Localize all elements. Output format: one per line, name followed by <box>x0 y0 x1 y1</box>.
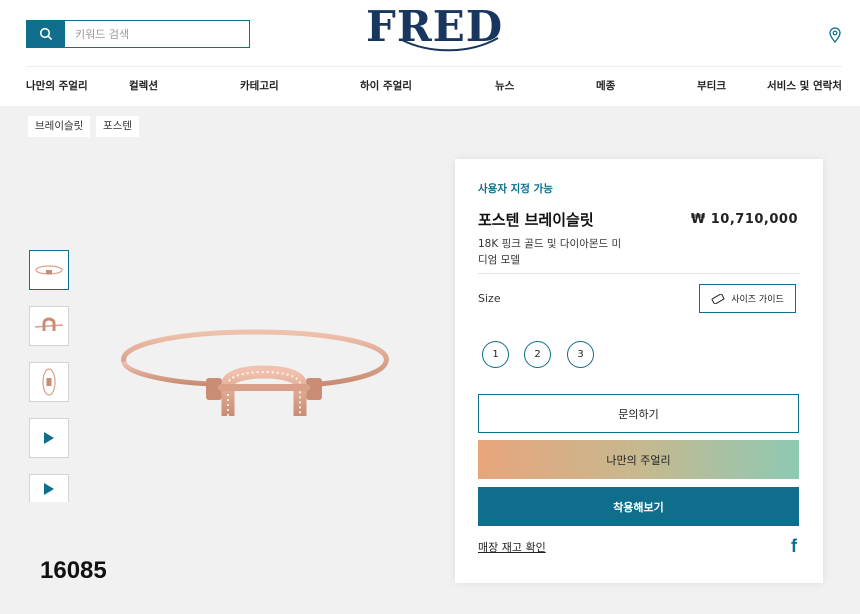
size-label: Size <box>478 292 501 305</box>
ruler-icon <box>711 293 725 304</box>
nav-high-jewelry[interactable]: 하이 주얼리 <box>360 78 412 93</box>
search-button[interactable] <box>27 21 65 47</box>
size-guide-button[interactable]: 사이즈 가이드 <box>699 284 796 313</box>
play-icon <box>44 482 54 495</box>
size-option-1[interactable]: 1 <box>482 341 509 368</box>
reference-number: 16085 <box>40 557 107 584</box>
bracelet-side-thumb-image <box>42 368 56 396</box>
try-on-button[interactable]: 착용해보기 <box>478 487 799 526</box>
search-bar <box>26 20 250 48</box>
size-option-2[interactable]: 2 <box>524 341 551 368</box>
nav-boutiques[interactable]: 부티크 <box>697 78 726 93</box>
product-image-bracelet <box>121 329 389 416</box>
search-input[interactable] <box>65 21 249 47</box>
product-name: 포스텐 브레이슬릿 <box>478 211 594 229</box>
bracelet-thumb-image <box>35 265 63 275</box>
store-stock-link[interactable]: 매장 재고 확인 <box>478 539 546 555</box>
size-option-3[interactable]: 3 <box>567 341 594 368</box>
nav-news[interactable]: 뉴스 <box>495 78 514 93</box>
size-guide-label: 사이즈 가이드 <box>731 295 784 305</box>
breadcrumb-bracelets[interactable]: 브레이슬릿 <box>28 116 91 137</box>
customizable-label: 사용자 지정 가능 <box>478 183 553 195</box>
my-jewelry-button[interactable]: 나만의 주얼리 <box>478 440 799 479</box>
thumbnail-1[interactable] <box>29 250 69 290</box>
header-divider <box>26 66 842 67</box>
breadcrumb-force10[interactable]: 포스텐 <box>96 116 139 137</box>
product-panel: 사용자 지정 가능 포스텐 브레이슬릿 ₩ 10,710,000 18K 핑크 … <box>455 159 823 583</box>
thumbnail-video-1[interactable] <box>29 418 69 458</box>
nav-collections[interactable]: 컬렉션 <box>129 78 158 93</box>
nav-maison[interactable]: 메종 <box>596 78 615 93</box>
search-icon <box>39 27 53 41</box>
thumbnail-video-2[interactable] <box>29 474 69 502</box>
thumbnail-3[interactable] <box>29 362 69 402</box>
product-description: 18K 핑크 골드 및 다이아몬드 미디엄 모델 <box>478 238 622 266</box>
logo-swoosh <box>401 37 499 52</box>
facebook-icon[interactable]: f <box>791 536 797 557</box>
product-price: ₩ 10,710,000 <box>690 212 798 227</box>
nav-my-jewelry[interactable]: 나만의 주얼리 <box>26 78 88 93</box>
nav-services-contact[interactable]: 서비스 및 연락처 <box>767 78 842 93</box>
bracelet-closeup-thumb-image <box>34 317 64 331</box>
site-header: FRED 나만의 주얼리 컬렉션 카테고리 하이 주얼리 뉴스 메종 부티크 서… <box>0 0 860 106</box>
play-icon <box>44 432 54 444</box>
inquiry-button[interactable]: 문의하기 <box>478 394 799 433</box>
nav-categories[interactable]: 카테고리 <box>240 78 279 93</box>
location-pin-icon[interactable] <box>829 27 841 43</box>
thumbnail-2[interactable] <box>29 306 69 346</box>
panel-divider <box>478 273 800 274</box>
main-nav: 나만의 주얼리 컬렉션 카테고리 하이 주얼리 뉴스 메종 부티크 서비스 및 … <box>0 78 860 96</box>
